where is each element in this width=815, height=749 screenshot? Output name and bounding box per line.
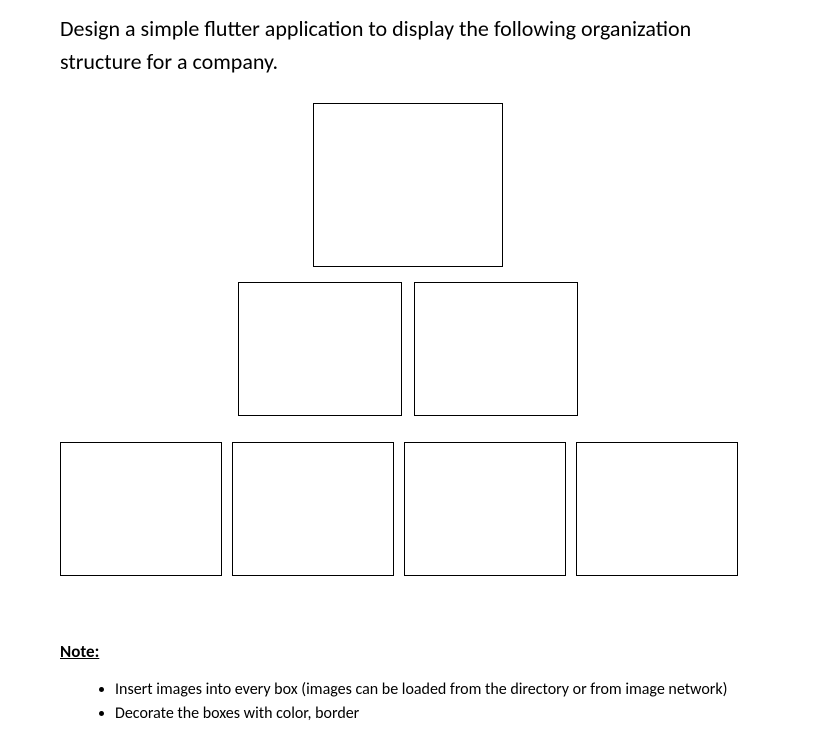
org-row-2: [60, 282, 755, 416]
org-chart: [60, 103, 755, 576]
org-box-bottom-2: [232, 442, 394, 576]
org-box-mid-1: [238, 282, 402, 416]
org-box-top: [313, 103, 503, 267]
org-row-1: [60, 103, 755, 267]
note-item: Decorate the boxes with color, border: [115, 702, 755, 726]
org-box-bottom-3: [404, 442, 566, 576]
org-box-bottom-1: [60, 442, 222, 576]
org-box-mid-2: [414, 282, 578, 416]
note-item: Insert images into every box (images can…: [115, 678, 755, 702]
note-heading: Note:: [60, 641, 755, 662]
note-section: Note: Insert images into every box (imag…: [60, 641, 755, 726]
note-list: Insert images into every box (images can…: [60, 678, 755, 726]
org-box-bottom-4: [576, 442, 738, 576]
prompt-text: Design a simple flutter application to d…: [60, 12, 755, 78]
org-row-3: [60, 442, 755, 576]
